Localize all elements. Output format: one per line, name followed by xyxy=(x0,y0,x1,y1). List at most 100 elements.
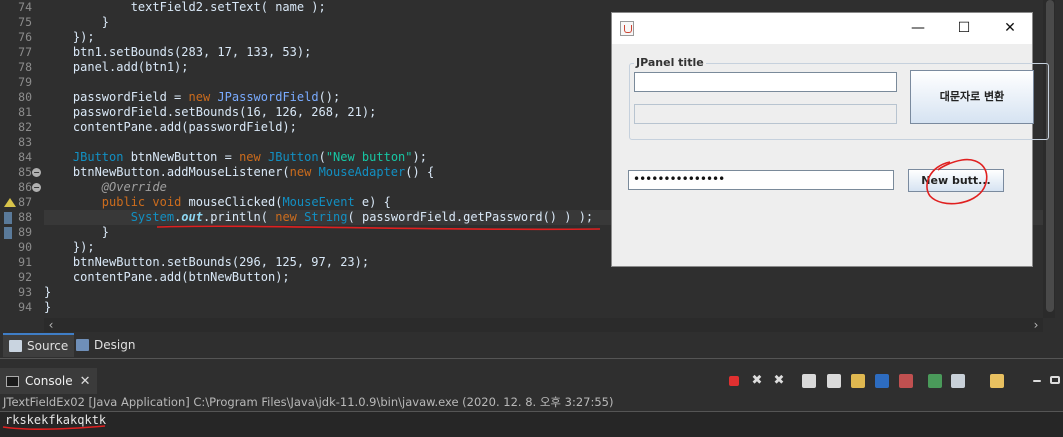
horizontal-scrollbar[interactable]: ‹ › xyxy=(44,318,1043,332)
code-line[interactable]: contentPane.add(passwordField); xyxy=(44,120,297,135)
pin-console-icon[interactable] xyxy=(928,374,942,388)
remove-launch-icon[interactable]: ✖ xyxy=(750,374,764,388)
occurrence-marker xyxy=(4,227,12,239)
line-number: 90 xyxy=(18,240,32,254)
design-icon xyxy=(76,339,89,351)
window-titlebar[interactable]: — ☐ ✕ xyxy=(612,13,1032,44)
code-token: passwordField = xyxy=(44,90,189,104)
line-number: 76 xyxy=(18,30,32,44)
new-button[interactable]: New butt... xyxy=(908,169,1004,192)
code-token: e) { xyxy=(354,195,391,209)
fold-toggle-icon[interactable]: − xyxy=(32,183,41,192)
console-output-area[interactable]: rkskekfkakqktk xyxy=(0,411,1063,437)
word-wrap-icon[interactable] xyxy=(851,374,865,388)
java-app-window[interactable]: — ☐ ✕ JPanel title 대문자로 변환 •••••••••••••… xyxy=(611,12,1049,267)
code-line[interactable]: JButton btnNewButton = new JButton("New … xyxy=(44,150,427,165)
vertical-scrollbar-thumb[interactable] xyxy=(1046,0,1054,312)
convert-uppercase-button[interactable]: 대문자로 변환 xyxy=(910,70,1034,124)
console-output-text: rkskekfkakqktk xyxy=(5,413,107,427)
code-token: void xyxy=(152,195,182,209)
editor-view-tabs: Source Design xyxy=(0,333,1063,359)
password-field[interactable]: ••••••••••••••• xyxy=(628,170,894,190)
tab-design[interactable]: Design xyxy=(70,333,141,357)
code-line[interactable]: }); xyxy=(44,30,95,45)
show-on-error-icon[interactable] xyxy=(899,374,913,388)
code-line[interactable]: }); xyxy=(44,240,95,255)
tab-source-label: Source xyxy=(27,339,69,353)
minimize-icon[interactable]: — xyxy=(895,13,941,44)
close-icon[interactable]: ✕ xyxy=(80,374,91,389)
code-line[interactable]: } xyxy=(44,15,109,30)
code-line[interactable]: contentPane.add(btnNewButton); xyxy=(44,270,290,285)
code-line[interactable]: btnNewButton.addMouseListener(new MouseA… xyxy=(44,165,434,180)
line-number: 80 xyxy=(18,90,32,104)
text-field-2[interactable] xyxy=(634,104,897,124)
code-token: new xyxy=(188,90,211,104)
occurrence-marker xyxy=(4,212,12,224)
code-token: textField2.setText( name ); xyxy=(44,0,326,14)
scroll-lock-icon[interactable] xyxy=(827,374,841,388)
tab-console[interactable]: Console ✕ xyxy=(0,368,97,394)
code-token: new xyxy=(239,150,261,164)
open-console-icon[interactable] xyxy=(990,374,1004,388)
code-token: (); xyxy=(318,90,341,104)
scroll-left-icon[interactable]: ‹ xyxy=(44,318,58,332)
line-number: 79 xyxy=(18,75,32,89)
code-line[interactable]: btnNewButton.setBounds(296, 125, 97, 23)… xyxy=(44,255,369,270)
code-line[interactable]: panel.add(btn1); xyxy=(44,60,189,75)
code-token: ( xyxy=(318,150,326,164)
line-number: 84 xyxy=(18,150,32,164)
remove-all-icon[interactable]: ✖ xyxy=(772,374,786,388)
line-number: 78 xyxy=(18,60,32,74)
maximize-icon[interactable]: ☐ xyxy=(941,13,987,44)
clear-console-icon[interactable] xyxy=(802,374,816,388)
code-line[interactable]: } xyxy=(44,225,109,240)
source-icon xyxy=(9,340,22,352)
line-number: 85 xyxy=(18,165,32,179)
code-line[interactable]: textField2.setText( name ); xyxy=(44,0,326,15)
text-field-1[interactable] xyxy=(634,72,897,92)
line-number: 92 xyxy=(18,270,32,284)
code-token: MouseEvent xyxy=(282,195,355,209)
code-token: btnNewButton.setBounds(296, 125, 97, 23)… xyxy=(44,255,370,269)
tab-design-label: Design xyxy=(94,338,136,352)
code-line[interactable]: passwordField = new JPasswordField(); xyxy=(44,90,340,105)
terminate-icon[interactable] xyxy=(729,376,739,386)
display-console-icon[interactable] xyxy=(951,374,965,388)
code-token: new xyxy=(289,165,312,179)
show-on-output-icon[interactable] xyxy=(875,374,889,388)
line-number: 74 xyxy=(18,0,32,14)
code-line[interactable]: passwordField.setBounds(16, 126, 268, 21… xyxy=(44,105,376,120)
tab-source[interactable]: Source xyxy=(3,333,75,357)
code-token: String xyxy=(304,210,348,224)
override-marker-icon[interactable] xyxy=(4,198,16,207)
code-line[interactable]: public void mouseClicked(MouseEvent e) { xyxy=(44,195,391,210)
code-line[interactable]: } xyxy=(44,285,51,300)
scroll-right-icon[interactable]: › xyxy=(1029,318,1043,332)
console-header: Console ✕ ✖ ✖ xyxy=(0,368,1063,394)
fold-toggle-icon[interactable]: − xyxy=(32,168,41,177)
code-token: contentPane.add(btnNewButton); xyxy=(44,270,290,284)
code-token: contentPane.add(passwordField); xyxy=(44,120,297,134)
code-token: panel.add(btn1); xyxy=(44,60,189,74)
code-line[interactable]: btn1.setBounds(283, 17, 133, 53); xyxy=(44,45,311,60)
line-number-gutter: 74 75 76 77 78 79 80 81 82 83 84 85−86−87 88 89 90 91 92… xyxy=(0,0,42,318)
code-token: () { xyxy=(405,165,435,179)
line-number: 94 xyxy=(18,300,32,314)
code-line[interactable]: @Override xyxy=(44,180,167,195)
maximize-view-icon[interactable] xyxy=(1050,376,1060,384)
line-number: 86 xyxy=(18,180,32,194)
close-window-icon[interactable]: ✕ xyxy=(987,13,1033,44)
code-line[interactable]: } xyxy=(44,300,51,315)
jpanel-title: JPanel title xyxy=(634,56,706,69)
minimize-view-icon[interactable] xyxy=(1033,380,1041,382)
code-token: }); xyxy=(44,240,95,254)
line-number: 75 xyxy=(18,15,32,29)
code-token: btn1.setBounds(283, 17, 133, 53); xyxy=(44,45,312,59)
line-number: 77 xyxy=(18,45,32,59)
